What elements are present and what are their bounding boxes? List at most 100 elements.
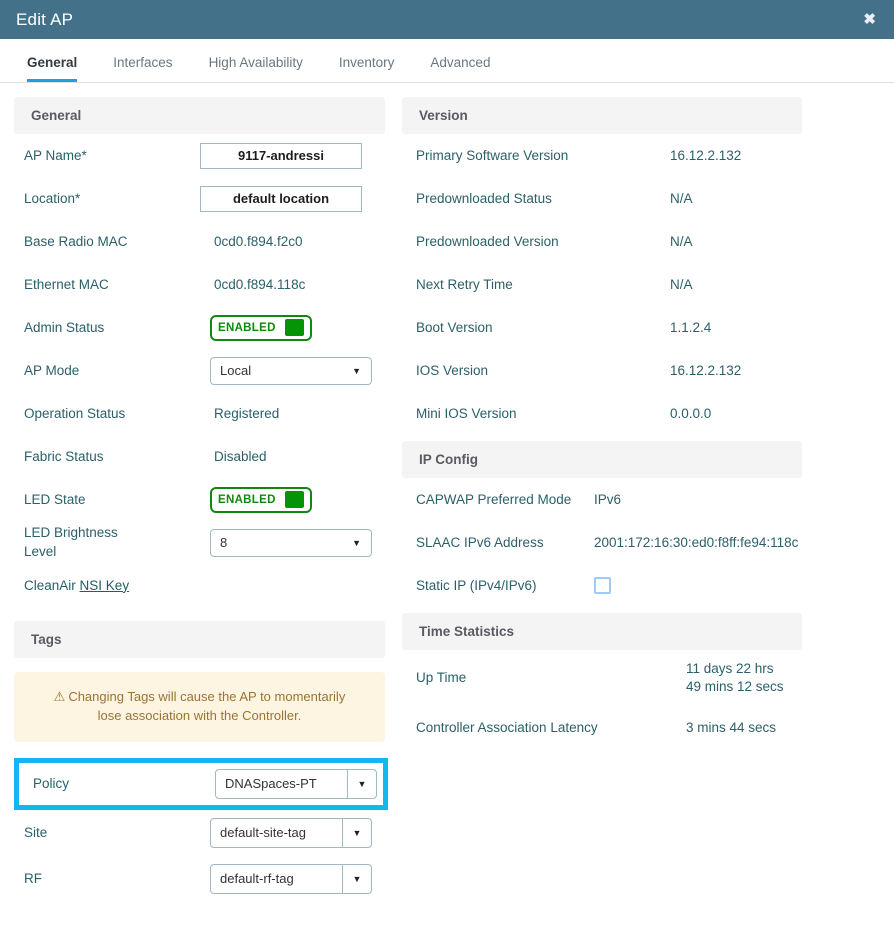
cleanair-text: CleanAir xyxy=(24,577,76,593)
rf-tag-select[interactable]: default-rf-tag ▼ xyxy=(210,863,372,894)
next-retry-time-value: N/A xyxy=(670,277,693,292)
admin-status-toggle[interactable]: ENABLED xyxy=(210,314,312,341)
table-row: IOS Version 16.12.2.132 xyxy=(402,349,894,392)
table-row: Predownloaded Status N/A xyxy=(402,177,894,220)
static-ip-checkbox[interactable] xyxy=(594,577,611,594)
row-rf: RF default-rf-tag ▼ xyxy=(14,856,400,902)
tab-high-availability[interactable]: High Availability xyxy=(209,55,303,82)
predownloaded-version-value: N/A xyxy=(670,234,693,249)
operation-status-label: Operation Status xyxy=(24,405,126,421)
toggle-knob-icon xyxy=(285,491,304,508)
warning-icon: ⚠ xyxy=(53,689,66,704)
policy-tag-select[interactable]: DNASpaces-PT ▼ xyxy=(215,768,377,799)
base-radio-mac-label: Base Radio MAC xyxy=(24,233,128,249)
predownloaded-status-value: N/A xyxy=(670,191,693,206)
row-policy: Policy DNASpaces-PT ▼ xyxy=(19,763,383,805)
predownloaded-version-label: Predownloaded Version xyxy=(416,233,559,249)
nsi-key-link[interactable]: NSI Key xyxy=(80,578,130,593)
left-column: General AP Name* Location* Base Radio MA… xyxy=(0,83,400,902)
rf-label: RF xyxy=(24,870,42,886)
window-titlebar: Edit AP ✖ xyxy=(0,0,894,39)
window-title: Edit AP xyxy=(16,9,74,29)
row-ap-mode: AP Mode Local ▼ xyxy=(14,349,400,392)
tab-bar: General Interfaces High Availability Inv… xyxy=(0,39,894,83)
slaac-ipv6-address-value: 2001:172:16:30:ed0:f8ff:fe94:118c xyxy=(594,535,799,550)
table-row: Predownloaded Version N/A xyxy=(402,220,894,263)
ap-name-label: AP Name* xyxy=(24,147,87,163)
boot-version-label: Boot Version xyxy=(416,319,493,335)
section-header-ip-config: IP Config xyxy=(402,441,802,478)
section-header-version: Version xyxy=(402,97,802,134)
led-state-toggle-label: ENABLED xyxy=(218,493,276,506)
tags-warning-banner: ⚠ Changing Tags will cause the AP to mome… xyxy=(14,672,385,742)
ap-name-input[interactable] xyxy=(200,142,362,169)
led-brightness-value: 8 xyxy=(220,535,228,550)
mini-ios-version-value: 0.0.0.0 xyxy=(670,406,712,421)
operation-status-value: Registered xyxy=(214,406,280,421)
primary-software-version-value: 16.12.2.132 xyxy=(670,148,742,163)
location-input[interactable] xyxy=(200,185,362,212)
boot-version-value: 1.1.2.4 xyxy=(670,320,712,335)
fabric-status-value: Disabled xyxy=(214,449,267,464)
row-ethernet-mac: Ethernet MAC 0cd0.f894.118c xyxy=(14,263,400,306)
chevron-down-icon[interactable]: ▼ xyxy=(342,864,371,893)
right-column: Version Primary Software Version 16.12.2… xyxy=(400,83,894,902)
ap-mode-select[interactable]: Local ▼ xyxy=(210,356,372,385)
policy-label: Policy xyxy=(33,775,70,791)
row-static-ip: Static IP (IPv4/IPv6) xyxy=(402,564,894,607)
admin-status-toggle-label: ENABLED xyxy=(218,321,276,334)
chevron-down-icon[interactable]: ▼ xyxy=(347,769,376,798)
capwap-preferred-mode-label: CAPWAP Preferred Mode xyxy=(416,491,572,507)
table-row: Mini IOS Version 0.0.0.0 xyxy=(402,392,894,435)
ethernet-mac-label: Ethernet MAC xyxy=(24,276,109,292)
led-state-toggle[interactable]: ENABLED xyxy=(210,486,312,513)
tab-general[interactable]: General xyxy=(27,55,78,82)
row-cleanair: CleanAir NSI Key xyxy=(14,564,400,607)
tab-advanced[interactable]: Advanced xyxy=(430,55,490,82)
row-ap-name: AP Name* xyxy=(14,134,400,177)
row-controller-association-latency: Controller Association Latency 3 mins 44… xyxy=(402,706,894,749)
led-state-label: LED State xyxy=(24,491,86,507)
controller-association-latency-label: Controller Association Latency xyxy=(416,719,598,735)
section-header-tags: Tags xyxy=(14,621,385,658)
close-icon[interactable]: ✖ xyxy=(859,10,880,29)
predownloaded-status-label: Predownloaded Status xyxy=(416,190,552,206)
section-header-general: General xyxy=(14,97,385,134)
led-brightness-select[interactable]: 8 ▼ xyxy=(210,528,372,557)
row-location: Location* xyxy=(14,177,400,220)
next-retry-time-label: Next Retry Time xyxy=(416,276,513,292)
dialog-body: General AP Name* Location* Base Radio MA… xyxy=(0,83,894,902)
table-row: Primary Software Version 16.12.2.132 xyxy=(402,134,894,177)
ap-mode-value: Local xyxy=(220,363,252,378)
chevron-down-icon[interactable]: ▼ xyxy=(342,818,371,847)
row-capwap-preferred-mode: CAPWAP Preferred Mode IPv6 xyxy=(402,478,894,521)
tab-interfaces[interactable]: Interfaces xyxy=(113,55,172,82)
row-fabric-status: Fabric Status Disabled xyxy=(14,435,400,478)
section-header-time-statistics: Time Statistics xyxy=(402,613,802,650)
row-operation-status: Operation Status Registered xyxy=(14,392,400,435)
ios-version-label: IOS Version xyxy=(416,362,489,378)
up-time-value: 11 days 22 hrs 49 mins 12 secs xyxy=(686,660,784,694)
tags-warning-text: Changing Tags will cause the AP to momen… xyxy=(68,689,346,723)
row-admin-status: Admin Status ENABLED xyxy=(14,306,400,349)
row-led-state: LED State ENABLED xyxy=(14,478,400,521)
ios-version-value: 16.12.2.132 xyxy=(670,363,742,378)
row-site: Site default-site-tag ▼ xyxy=(14,810,400,856)
fabric-status-label: Fabric Status xyxy=(24,448,104,464)
tab-inventory[interactable]: Inventory xyxy=(339,55,395,82)
ethernet-mac-value: 0cd0.f894.118c xyxy=(214,277,306,292)
cleanair-label: CleanAir NSI Key xyxy=(14,578,129,594)
row-led-brightness: LED Brightness Level 8 ▼ xyxy=(14,521,400,564)
led-brightness-label: LED Brightness Level xyxy=(24,525,118,559)
location-label: Location* xyxy=(24,190,81,206)
base-radio-mac-value: 0cd0.f894.f2c0 xyxy=(214,234,303,249)
slaac-ipv6-address-label: SLAAC IPv6 Address xyxy=(416,534,544,550)
admin-status-label: Admin Status xyxy=(24,319,105,335)
toggle-knob-icon xyxy=(285,319,304,336)
site-tag-select[interactable]: default-site-tag ▼ xyxy=(210,817,372,848)
ap-mode-label: AP Mode xyxy=(24,362,80,378)
chevron-down-icon: ▼ xyxy=(352,365,361,376)
capwap-preferred-mode-value: IPv6 xyxy=(594,492,622,507)
mini-ios-version-label: Mini IOS Version xyxy=(416,405,517,421)
site-label: Site xyxy=(24,824,48,840)
